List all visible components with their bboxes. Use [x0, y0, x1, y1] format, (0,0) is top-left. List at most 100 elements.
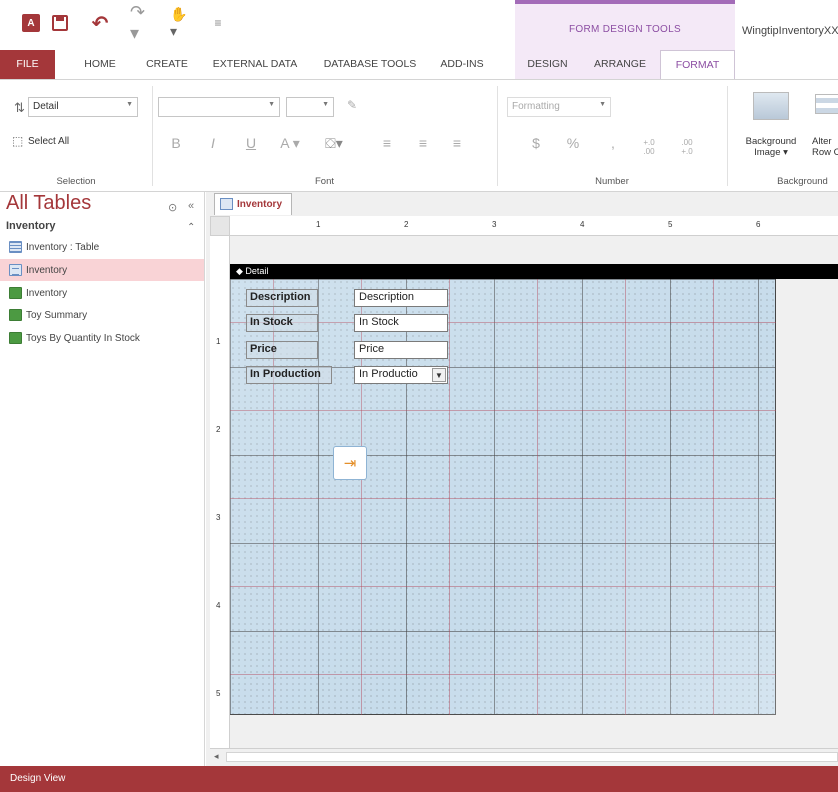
chevron-down-icon: ▼: [599, 101, 606, 108]
tab-design[interactable]: DESIGN: [515, 50, 580, 79]
nav-item-label: Toys By Quantity In Stock: [26, 332, 140, 344]
background-image-icon[interactable]: [753, 92, 789, 120]
horizontal-ruler[interactable]: 1 2 3 4 5 6: [230, 216, 838, 236]
detail-section-bar[interactable]: ◆ Detail: [230, 264, 838, 279]
increase-decimals-button[interactable]: +.0 .00: [638, 138, 660, 156]
tab-create[interactable]: CREATE: [137, 50, 197, 79]
in-stock-label[interactable]: In Stock: [246, 314, 318, 332]
format-painter-icon[interactable]: ✎: [343, 98, 361, 112]
scroll-track[interactable]: [226, 752, 838, 762]
chevron-down-icon: ▼: [322, 101, 329, 108]
status-text: Design View: [10, 773, 66, 784]
horizontal-scrollbar[interactable]: ◂: [210, 748, 838, 764]
alternate-row-label-1: Alter: [812, 136, 832, 147]
tab-format[interactable]: FORMAT: [660, 50, 735, 80]
group-divider: [497, 86, 498, 186]
tab-add-ins[interactable]: ADD-INS: [432, 50, 492, 79]
alternate-row-color-icon[interactable]: [815, 94, 838, 114]
object-selector-value: Detail: [33, 101, 59, 112]
nav-item-toys-by-quantity[interactable]: Toys By Quantity In Stock: [0, 327, 204, 349]
background-image-button[interactable]: Background Image ▾: [736, 136, 806, 158]
nav-item-toy-summary[interactable]: Toy Summary: [0, 304, 204, 326]
description-textbox[interactable]: Description: [354, 289, 448, 307]
nav-item-label: Inventory: [26, 287, 68, 299]
alternate-row-label-2: Row C: [812, 147, 838, 158]
align-center-icon[interactable]: ≡: [415, 135, 431, 151]
currency-button[interactable]: $: [528, 135, 544, 151]
alternate-row-color-button[interactable]: Alter Row C: [812, 136, 838, 158]
align-left-icon[interactable]: ≡: [379, 135, 395, 151]
tab-database-tools[interactable]: DATABASE TOOLS: [320, 50, 420, 79]
undo-icon[interactable]: ↶: [88, 12, 112, 35]
save-icon[interactable]: [52, 15, 68, 31]
bold-button[interactable]: B: [168, 135, 184, 151]
background-image-label-1: Background: [745, 136, 797, 147]
description-label[interactable]: Description: [246, 289, 318, 307]
contextual-group-title: FORM DESIGN TOOLS: [569, 24, 681, 35]
nav-pane-title[interactable]: All Tables: [6, 192, 91, 215]
in-production-combobox[interactable]: In Productio ▼: [354, 366, 448, 384]
underline-button[interactable]: U: [243, 135, 259, 151]
tab-file[interactable]: FILE: [0, 50, 55, 79]
report-icon: [9, 287, 22, 299]
nav-item-label: Toy Summary: [26, 309, 88, 321]
ruler-tick-label: 2: [404, 220, 409, 229]
chevron-up-icon[interactable]: ⌃: [187, 222, 195, 233]
comma-button[interactable]: ,: [607, 135, 619, 151]
vertical-ruler[interactable]: 1 2 3 4 5: [210, 236, 230, 764]
nav-item-inventory-form[interactable]: Inventory: [0, 259, 204, 281]
font-name-combo[interactable]: ▼: [158, 97, 280, 117]
italic-button[interactable]: I: [205, 135, 221, 151]
document-tab-inventory[interactable]: Inventory: [214, 193, 292, 215]
nav-item-inventory-report[interactable]: Inventory: [0, 282, 204, 304]
nav-item-label: Inventory: [26, 264, 68, 276]
fill-color-icon[interactable]: ⛋▾: [320, 135, 348, 152]
group-divider: [152, 86, 153, 186]
select-all-button[interactable]: Select All: [28, 136, 69, 147]
tab-arrange[interactable]: ARRANGE: [580, 50, 660, 79]
nav-group-header[interactable]: Inventory: [6, 220, 56, 232]
touch-mode-icon[interactable]: ✋ ▾: [170, 6, 198, 39]
nav-item-label: Inventory : Table: [26, 241, 100, 253]
price-textbox[interactable]: Price: [354, 341, 448, 359]
price-label[interactable]: Price: [246, 341, 318, 359]
decrease-decimals-button[interactable]: .00 +.0: [676, 138, 698, 156]
ruler-tick-label: 4: [580, 220, 585, 229]
access-logo-icon[interactable]: A: [22, 14, 40, 32]
nav-menu-icon[interactable]: ⊙: [168, 201, 177, 214]
scroll-left-icon[interactable]: ◂: [214, 751, 219, 762]
group-label-font: Font: [314, 176, 334, 187]
ruler-tick-label: 6: [756, 220, 761, 229]
chevron-down-icon[interactable]: ▼: [432, 368, 446, 382]
formatting-combo[interactable]: Formatting ▼: [507, 97, 611, 117]
in-production-value: In Productio: [359, 368, 418, 380]
report-icon: [9, 309, 22, 321]
status-bar: Design View: [0, 766, 838, 792]
form-design-tools-header: FORM DESIGN TOOLS: [515, 0, 735, 50]
redo-icon[interactable]: ↷ ▾: [130, 2, 154, 43]
ruler-tick-label: 5: [216, 689, 221, 698]
document-title: WingtipInventoryXX: [742, 25, 838, 37]
background-image-label-2: Image ▾: [754, 147, 788, 158]
object-selector-combo[interactable]: Detail ▼: [28, 97, 138, 117]
font-color-button[interactable]: A ▾: [278, 135, 302, 152]
nav-item-inventory-table[interactable]: Inventory : Table: [0, 236, 204, 258]
align-right-icon[interactable]: ≡: [449, 135, 465, 151]
close-form-button[interactable]: ⇥: [333, 446, 367, 480]
object-selector-icon: ⇅: [14, 100, 25, 115]
form-selector[interactable]: [210, 216, 230, 236]
in-production-label[interactable]: In Production: [246, 366, 332, 384]
collapse-icon[interactable]: «: [188, 200, 194, 212]
chevron-down-icon: ▼: [268, 101, 275, 108]
form-icon: [9, 264, 22, 276]
quick-access-toolbar: A ↶ ↷ ▾ ✋ ▾ ≡: [0, 0, 515, 50]
customize-qat-icon[interactable]: ≡: [210, 12, 226, 34]
font-size-combo[interactable]: ▼: [286, 97, 334, 117]
percent-button[interactable]: %: [562, 135, 584, 151]
tab-external-data[interactable]: EXTERNAL DATA: [205, 50, 305, 79]
tab-home[interactable]: HOME: [70, 50, 130, 79]
select-all-icon: ⬚: [12, 134, 24, 148]
formatting-placeholder: Formatting: [512, 101, 560, 112]
ruler-tick-label: 2: [216, 425, 221, 434]
in-stock-textbox[interactable]: In Stock: [354, 314, 448, 332]
